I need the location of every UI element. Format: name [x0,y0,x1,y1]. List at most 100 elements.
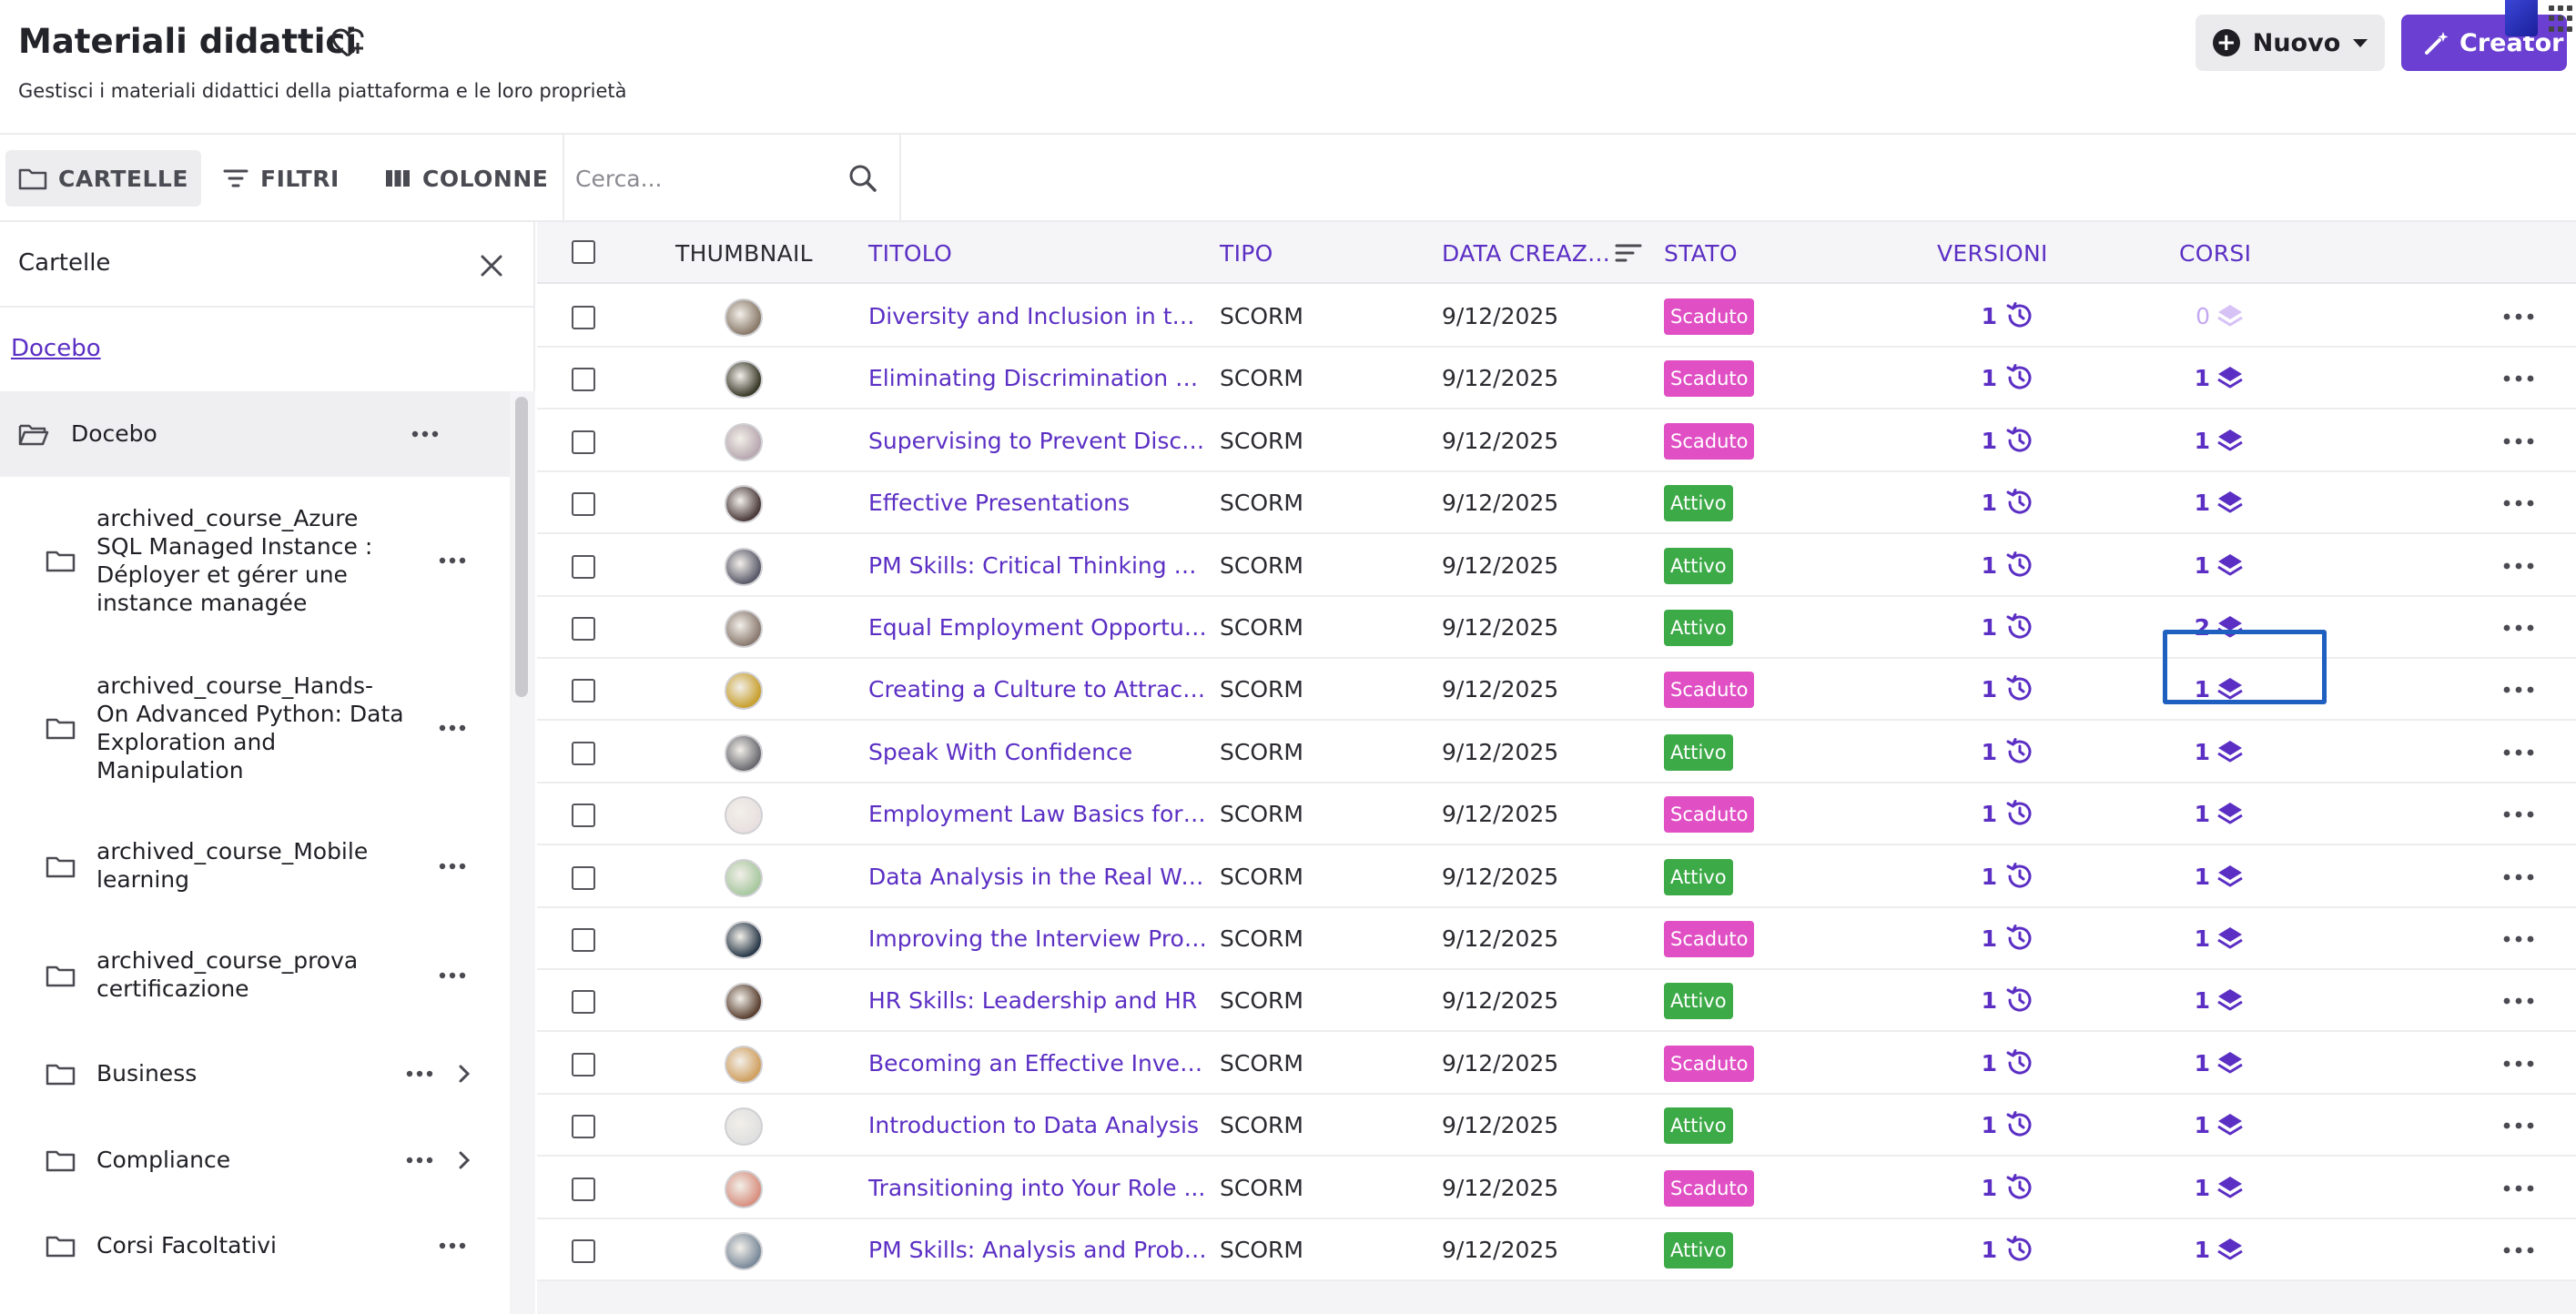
courses-count[interactable]: 1 [2188,1112,2210,1138]
table-row[interactable]: PM Skills: Critical Thinking an... SCORM 9… [537,535,2576,597]
app-logo[interactable] [2505,0,2538,36]
layers-icon[interactable] [2216,863,2245,890]
history-icon[interactable] [2004,1234,2035,1265]
folder-item[interactable]: archived_course_Azure SQL Managed Instan… [0,477,510,644]
row-checkbox[interactable] [572,492,595,517]
folder-item[interactable]: Corsi Facoltativi [0,1203,510,1289]
row-checkbox[interactable] [572,1177,595,1201]
table-horizontal-scrollbar[interactable] [537,1281,2576,1314]
history-icon[interactable] [2004,861,2035,892]
courses-count[interactable]: 0 [2188,303,2210,329]
more-horizontal-icon[interactable] [2503,1185,2534,1192]
table-row[interactable]: Equal Employment Opportun... SCORM 9/12/20… [537,597,2576,659]
material-title-link[interactable]: HR Skills: Leadership and HR [868,987,1209,1014]
column-header-created[interactable]: DATA CREAZ... [1442,240,1610,267]
courses-count[interactable]: 1 [2188,925,2210,952]
more-horizontal-icon[interactable] [406,1070,433,1077]
more-horizontal-icon[interactable] [2503,749,2534,756]
versions-count[interactable]: 1 [1975,428,1997,454]
more-horizontal-icon[interactable] [406,1157,433,1164]
history-icon[interactable] [2004,425,2035,456]
history-icon[interactable] [2004,1172,2035,1203]
column-header-versions[interactable]: VERSIONI [1937,240,2048,267]
more-horizontal-icon[interactable] [2503,997,2534,1005]
row-checkbox[interactable] [572,554,595,579]
versions-count[interactable]: 1 [1975,490,1997,516]
filters-button[interactable]: FILTRI [209,150,352,207]
courses-count[interactable]: 1 [2188,864,2210,890]
table-row[interactable]: Becoming an Effective Investi... SCORM 9/1… [537,1033,2576,1095]
layers-icon[interactable] [2216,1049,2245,1076]
more-horizontal-icon[interactable] [2503,686,2534,693]
more-horizontal-icon[interactable] [439,724,466,732]
row-checkbox[interactable] [572,430,595,454]
courses-count[interactable]: 1 [2188,987,2210,1014]
material-title-link[interactable]: Improving the Interview Proc... [868,925,1209,952]
apps-grid-icon[interactable] [2549,5,2576,33]
folder-item-docebo[interactable]: Docebo [0,391,510,477]
layers-icon[interactable] [2216,1236,2245,1263]
column-header-title[interactable]: TITOLO [868,240,952,267]
layers-icon[interactable] [2216,738,2245,765]
new-button[interactable]: + Nuovo [2196,15,2385,71]
layers-icon[interactable] [2216,925,2245,952]
layers-icon[interactable] [2216,551,2245,579]
layers-icon[interactable] [2216,427,2245,454]
courses-count[interactable]: 1 [2188,428,2210,454]
history-icon[interactable] [2004,985,2035,1016]
history-icon[interactable] [2004,550,2035,581]
versions-count[interactable]: 1 [1975,303,1997,329]
material-title-link[interactable]: Supervising to Prevent Discri... [868,428,1209,454]
more-horizontal-icon[interactable] [2503,1060,2534,1067]
courses-count[interactable]: 1 [2188,365,2210,391]
row-checkbox[interactable] [572,1239,595,1263]
table-row[interactable]: Speak With Confidence SCORM 9/12/2025 Attiv… [537,722,2576,783]
creator-button[interactable]: Creator [2401,15,2567,71]
table-row[interactable]: Employment Law Basics for ... SCORM 9/12/2… [537,783,2576,846]
table-row[interactable]: Introduction to Data Analysis SCORM 9/12/2… [537,1095,2576,1157]
history-icon[interactable] [2004,1109,2035,1140]
table-row[interactable]: Data Analysis in the Real World SCORM 9/12… [537,846,2576,908]
sort-icon[interactable] [1615,242,1642,264]
versions-count[interactable]: 1 [1975,864,1997,890]
search-icon[interactable] [845,160,881,197]
courses-count[interactable]: 1 [2188,1237,2210,1263]
more-horizontal-icon[interactable] [439,1242,466,1249]
history-icon[interactable] [2004,612,2035,642]
select-all-checkbox[interactable] [572,240,595,264]
row-checkbox[interactable] [572,1052,595,1076]
courses-count[interactable]: 1 [2188,1175,2210,1201]
material-title-link[interactable]: PM Skills: Critical Thinking an... [868,552,1209,579]
row-checkbox[interactable] [572,679,595,703]
more-horizontal-icon[interactable] [411,430,439,438]
row-checkbox[interactable] [572,865,595,890]
more-horizontal-icon[interactable] [2503,313,2534,320]
folder-item[interactable]: Compliance [0,1117,510,1203]
history-icon[interactable] [2004,362,2035,393]
material-title-link[interactable]: Transitioning into Your Role ... [868,1175,1209,1201]
search-input[interactable] [575,160,839,197]
more-horizontal-icon[interactable] [2503,562,2534,570]
history-icon[interactable] [2004,736,2035,767]
sidebar-scrollbar-thumb[interactable] [515,397,528,697]
versions-count[interactable]: 1 [1975,925,1997,952]
layers-icon[interactable] [2216,986,2245,1014]
layers-icon[interactable] [2216,489,2245,516]
table-row[interactable]: Diversity and Inclusion in the ... SCORM 9… [537,286,2576,348]
row-checkbox[interactable] [572,928,595,952]
layers-icon[interactable] [2216,800,2245,827]
row-checkbox[interactable] [572,368,595,392]
courses-count[interactable]: 1 [2188,490,2210,516]
column-header-type[interactable]: TIPO [1220,240,1273,267]
layers-icon[interactable] [2216,675,2245,702]
breadcrumb-root-link[interactable]: Docebo [11,335,101,362]
more-horizontal-icon[interactable] [2503,375,2534,382]
history-icon[interactable] [2004,673,2035,704]
folders-toggle-button[interactable]: CARTELLE [5,150,201,207]
material-title-link[interactable]: Introduction to Data Analysis [868,1112,1209,1138]
history-icon[interactable] [2004,300,2035,331]
history-icon[interactable] [2004,923,2035,954]
versions-count[interactable]: 1 [1975,1112,1997,1138]
versions-count[interactable]: 1 [1975,676,1997,702]
column-header-status[interactable]: STATO [1664,240,1738,267]
